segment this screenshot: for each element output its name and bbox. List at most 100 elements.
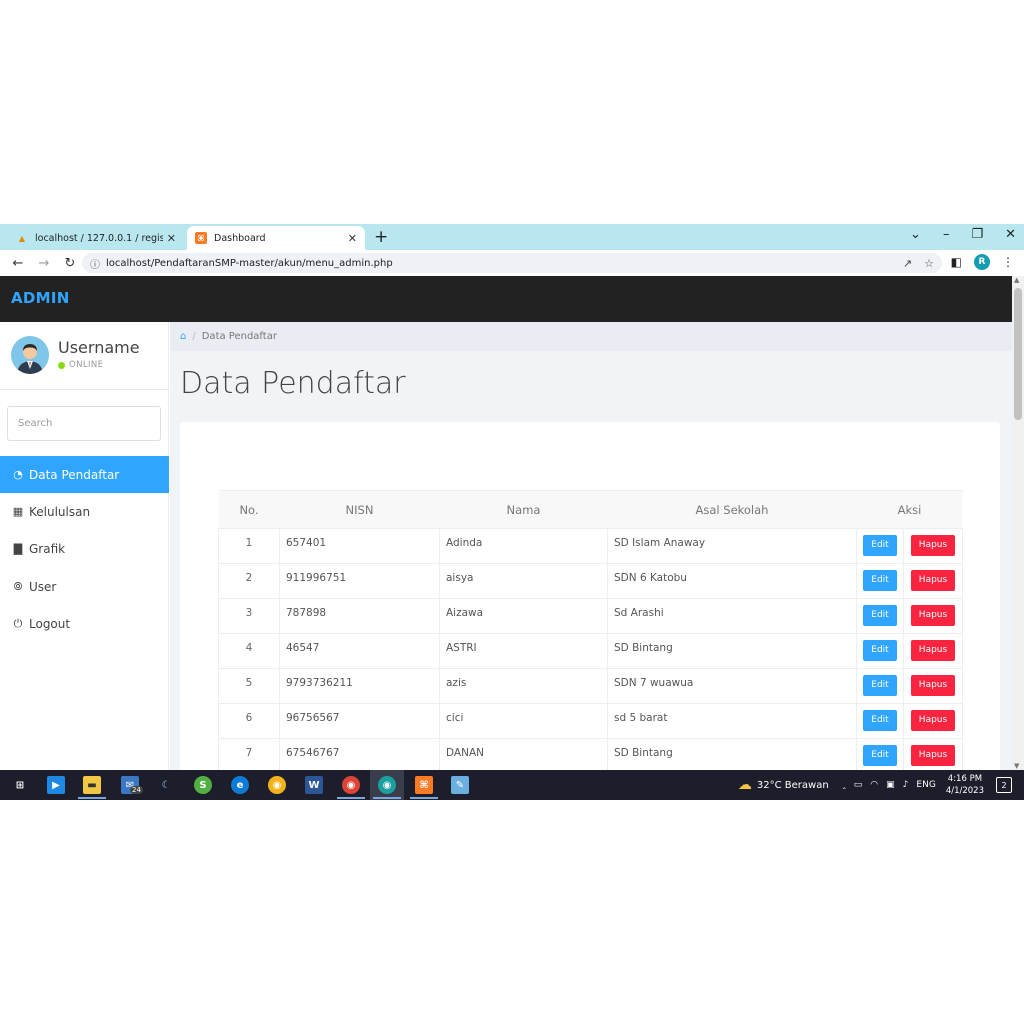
edit-button[interactable]: Edit [863,745,897,766]
table-row: 6 96756567 cici sd 5 barat Edit Hapus [218,703,963,739]
menu-kebab-icon[interactable]: ⋮ [1002,255,1014,269]
forward-icon[interactable]: → [36,256,52,271]
top-navbar: ADMIN [0,276,1012,322]
cell-no: 5 [218,668,280,704]
sidebar-item-logout[interactable]: ⏻ Logout [0,605,169,642]
edit-button[interactable]: Edit [863,570,897,591]
file-explorer-icon[interactable]: ▬ [83,776,101,794]
battery-icon[interactable]: ▭ [854,780,863,790]
edit-button[interactable]: Edit [863,675,897,696]
sidebar-item-label: Grafik [29,541,66,556]
table-row: 7 67546767 DANAN SD Bintang Edit Hapus [218,738,963,770]
language-indicator[interactable]: ENG [916,780,935,790]
side-panel-icon[interactable]: ◧ [951,255,962,269]
bookmark-star-icon[interactable]: ☆ [924,257,934,270]
cell-asal-sekolah: SDN 6 Katobu [607,563,857,599]
url-field[interactable]: ⓘ localhost/PendaftaranSMP-master/akun/m… [82,253,942,273]
reload-icon[interactable]: ↻ [62,256,78,271]
tab-phpmyadmin[interactable]: ▲ localhost / 127.0.0.1 / registrasism ✕ [8,226,184,250]
close-icon[interactable]: ✕ [167,232,176,245]
breadcrumb-separator: / [192,331,196,342]
table-panel: No. NISN Nama Asal Sekolah Aksi 1 657401 A… [180,422,1000,770]
chrome-icon[interactable]: ◉ [268,776,286,794]
home-icon[interactable]: ⌂ [180,331,186,342]
cell-nisn: 9793736211 [279,668,440,704]
table-body: 1 657401 Adinda SD Islam Anaway Edit Hapus 2 91… [218,528,963,770]
delete-button[interactable]: Hapus [910,570,956,591]
column-header-nama[interactable]: Nama [439,490,608,529]
word-icon[interactable]: W [305,776,323,794]
delete-button[interactable]: Hapus [910,710,956,731]
username: Username [58,338,140,357]
new-tab-icon[interactable]: + [374,227,388,247]
avatar [11,336,49,374]
close-icon[interactable]: ✕ [348,232,357,245]
cell-asal-sekolah: Sd Arashi [607,598,857,634]
notepad-icon[interactable]: ✎ [451,776,469,794]
user-avatar-icon [11,336,49,374]
edge-icon[interactable]: e [231,776,249,794]
column-header-nisn[interactable]: NISN [279,490,440,529]
wifi-icon[interactable]: ◠ [870,780,878,790]
tab-search-icon[interactable]: ⌄ [910,227,921,242]
volume-icon[interactable]: ♪ [903,780,909,790]
chrome-profile-icon[interactable]: ◉ [342,776,360,794]
back-icon[interactable]: ← [10,256,26,271]
scroll-down-icon[interactable]: ▼ [1014,762,1019,770]
column-header-no[interactable]: No. [218,490,280,529]
delete-button[interactable]: Hapus [910,535,956,556]
edit-button[interactable]: Edit [863,535,897,556]
minimize-icon[interactable]: – [943,227,950,242]
cell-edit: Edit [856,598,904,634]
windows-start-icon[interactable]: ⊞ [11,776,29,794]
sidebar-item-data-pendaftar[interactable]: ◔ Data Pendaftar [0,456,169,493]
info-icon[interactable]: ⓘ [90,256,100,271]
display-icon[interactable]: ▣ [886,780,895,790]
close-window-icon[interactable]: ✕ [1005,227,1016,242]
cell-nisn: 787898 [279,598,440,634]
sidebar-item-label: Logout [29,616,71,631]
restore-icon[interactable]: ❐ [971,227,983,242]
user-profile: Username ONLINE [0,322,169,390]
edit-button[interactable]: Edit [863,710,897,731]
delete-button[interactable]: Hapus [910,675,956,696]
clock[interactable]: 4:16 PM 4/1/2023 [946,773,984,797]
xampp-taskbar-icon[interactable]: ⌘ [415,776,433,794]
sidebar-item-kelulusan[interactable]: ▦ Kelululsan [0,493,169,530]
share-icon[interactable]: ↗ [903,257,912,270]
tab-dashboard[interactable]: ⌘ Dashboard ✕ [187,226,365,250]
scrollbar-thumb[interactable] [1014,288,1022,420]
edit-button[interactable]: Edit [863,640,897,661]
profile-avatar[interactable]: R [974,254,990,270]
app-icon-green[interactable]: S [194,776,212,794]
sidebar-item-label: Data Pendaftar [29,467,120,482]
notification-center-icon[interactable]: 2 [996,777,1012,793]
clock-time: 4:16 PM [947,774,983,784]
search-input[interactable] [7,406,161,441]
edit-button[interactable]: Edit [863,605,897,626]
delete-button[interactable]: Hapus [910,745,956,766]
sidebar-item-grafik[interactable]: ▇ Grafik [0,530,169,567]
weather-widget[interactable]: ☁ 32°C Berawan [738,777,829,793]
online-dot-icon [58,361,65,369]
scroll-up-icon[interactable]: ▲ [1014,276,1019,284]
table-row: 3 787898 Aizawa Sd Arashi Edit Hapus [218,598,963,634]
breadcrumb-current: Data Pendaftar [201,331,277,342]
cell-nama: azis [439,668,608,704]
cell-no: 6 [218,703,280,739]
column-header-asal-sekolah[interactable]: Asal Sekolah [607,490,857,529]
chevron-up-icon[interactable]: ‸ [843,780,846,790]
sidebar-item-user[interactable]: ⦾ User [0,568,169,605]
app-icon[interactable]: ☾ [157,776,175,794]
brand[interactable]: ADMIN [11,289,70,307]
cell-no: 1 [218,528,280,564]
chrome-active-icon[interactable]: ◉ [378,776,396,794]
toggle-icon: ⦾ [13,579,23,593]
phpmyadmin-icon: ▲ [18,233,26,243]
delete-button[interactable]: Hapus [910,640,956,661]
page-scrollbar[interactable]: ▲ ▼ [1012,276,1024,770]
table-row: 5 9793736211 azis SDN 7 wuawua Edit Hapus [218,668,963,704]
media-player-icon[interactable]: ▶ [47,776,65,794]
breadcrumb: ⌂ / Data Pendaftar [170,322,1012,351]
delete-button[interactable]: Hapus [910,605,956,626]
